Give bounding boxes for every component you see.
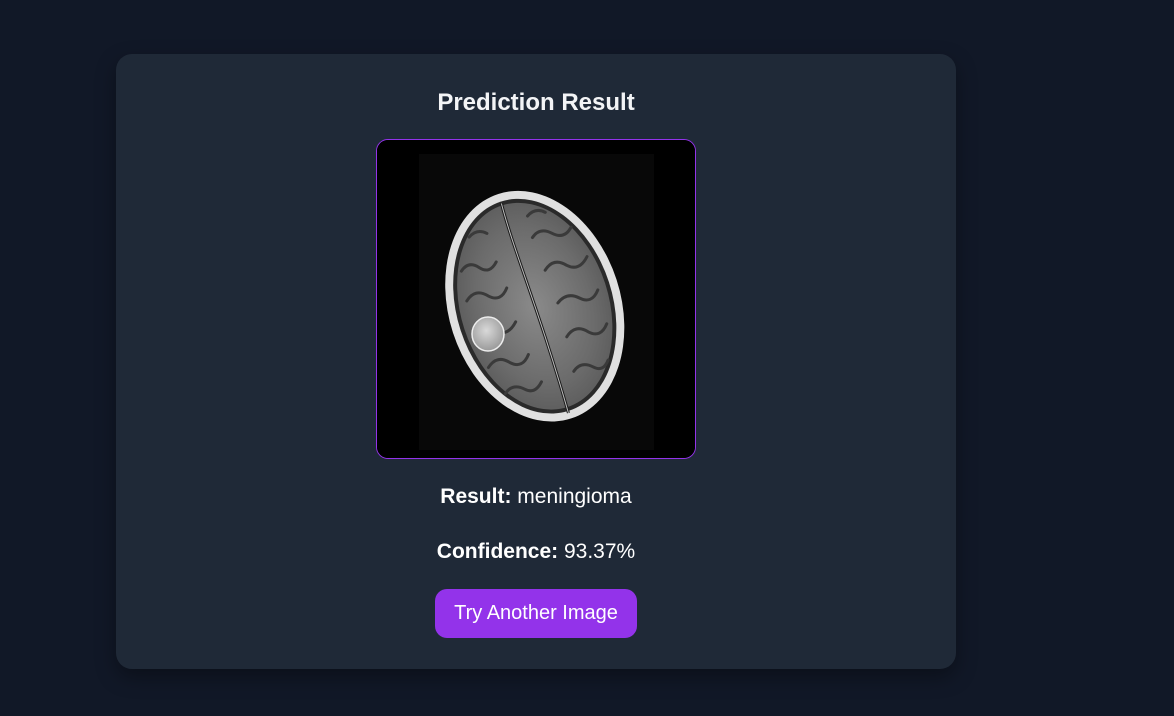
result-label: Result: bbox=[440, 485, 518, 508]
confidence-label: Confidence: bbox=[436, 540, 564, 563]
mri-scan-image bbox=[377, 140, 695, 458]
prediction-card: Prediction Result Result: meningioma Con… bbox=[116, 54, 956, 669]
mri-image-frame bbox=[376, 139, 696, 459]
confidence-line: Confidence: 93.37% bbox=[116, 539, 956, 565]
result-value: meningioma bbox=[517, 485, 632, 508]
try-another-image-button[interactable]: Try Another Image bbox=[435, 589, 637, 638]
confidence-value: 93.37% bbox=[563, 540, 636, 563]
prediction-title: Prediction Result bbox=[437, 89, 635, 116]
result-line: Result: meningioma bbox=[116, 484, 956, 510]
